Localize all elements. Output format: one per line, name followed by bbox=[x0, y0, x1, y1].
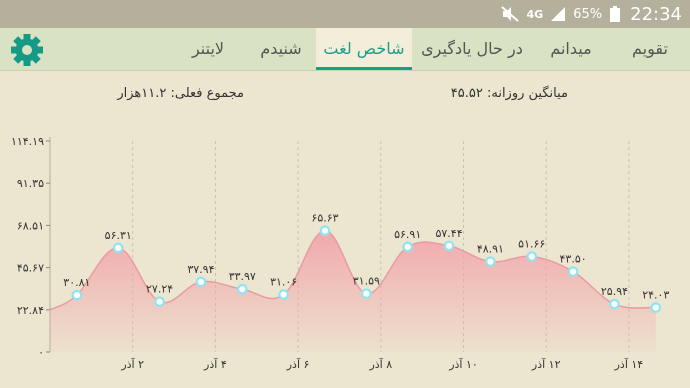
data-label: ۳۱.۵۹ bbox=[353, 275, 380, 288]
data-point bbox=[443, 240, 455, 252]
data-label: ۵۱.۶۶ bbox=[518, 238, 545, 251]
data-label: ۳۱.۰۶ bbox=[270, 276, 297, 289]
data-point bbox=[112, 242, 124, 254]
word-index-chart: ۱۱۴.۱۹ ۹۱.۳۵ ۶۸.۵۱ ۴۵.۶۷ ۲۲.۸۴ ۰ ۲ آذر ۴ آذر ۶ آ… bbox=[11, 135, 669, 371]
data-point bbox=[236, 283, 248, 295]
y-tick-label: ۰ bbox=[38, 346, 44, 359]
data-label: ۲۷.۲۴ bbox=[146, 283, 173, 296]
data-label: ۳۳.۹۷ bbox=[229, 270, 256, 283]
data-label: ۴۳.۵۰ bbox=[560, 253, 587, 266]
data-point bbox=[402, 241, 413, 253]
data-point bbox=[319, 225, 331, 237]
data-point bbox=[154, 296, 165, 307]
data-label: ۲۴.۰۳ bbox=[642, 289, 669, 302]
x-tick-label: ۱۲ آذر bbox=[531, 357, 561, 371]
data-point bbox=[526, 251, 538, 262]
x-tick-label: ۸ آذر bbox=[368, 357, 392, 371]
x-tick-label: ۱۰ آذر bbox=[448, 357, 478, 371]
data-label: ۵۷.۴۴ bbox=[435, 227, 462, 240]
x-tick-label: ۶ آذر bbox=[286, 357, 310, 371]
x-tick-label: ۲ آذر bbox=[120, 357, 144, 371]
data-label: ۴۸.۹۱ bbox=[477, 243, 504, 256]
y-tick-label: ۱۱۴.۱۹ bbox=[11, 135, 44, 148]
data-label: ۶۵.۶۳ bbox=[311, 212, 338, 225]
x-tick-label: ۱۴ آذر bbox=[614, 357, 644, 371]
data-point bbox=[485, 256, 496, 267]
data-label: ۳۷.۹۴ bbox=[187, 263, 214, 276]
data-point bbox=[278, 289, 289, 300]
data-point bbox=[650, 302, 662, 313]
data-point bbox=[71, 289, 83, 301]
data-label: ۳۰.۸۱ bbox=[63, 276, 90, 289]
y-tick-label: ۹۱.۳۵ bbox=[17, 177, 44, 190]
y-tick-label: ۲۲.۸۴ bbox=[17, 304, 44, 317]
y-tick-label: ۶۸.۵۱ bbox=[17, 219, 44, 232]
data-label: ۲۵.۹۴ bbox=[601, 285, 628, 298]
data-point bbox=[609, 298, 620, 310]
data-label: ۵۶.۹۱ bbox=[394, 228, 421, 241]
data-point bbox=[567, 266, 579, 277]
x-tick-label: ۴ آذر bbox=[203, 357, 227, 371]
y-tick-label: ۴۵.۶۷ bbox=[17, 262, 44, 275]
data-label: ۵۶.۳۱ bbox=[105, 229, 132, 242]
data-point bbox=[195, 276, 207, 288]
series-area bbox=[50, 230, 656, 352]
data-point bbox=[361, 288, 372, 299]
